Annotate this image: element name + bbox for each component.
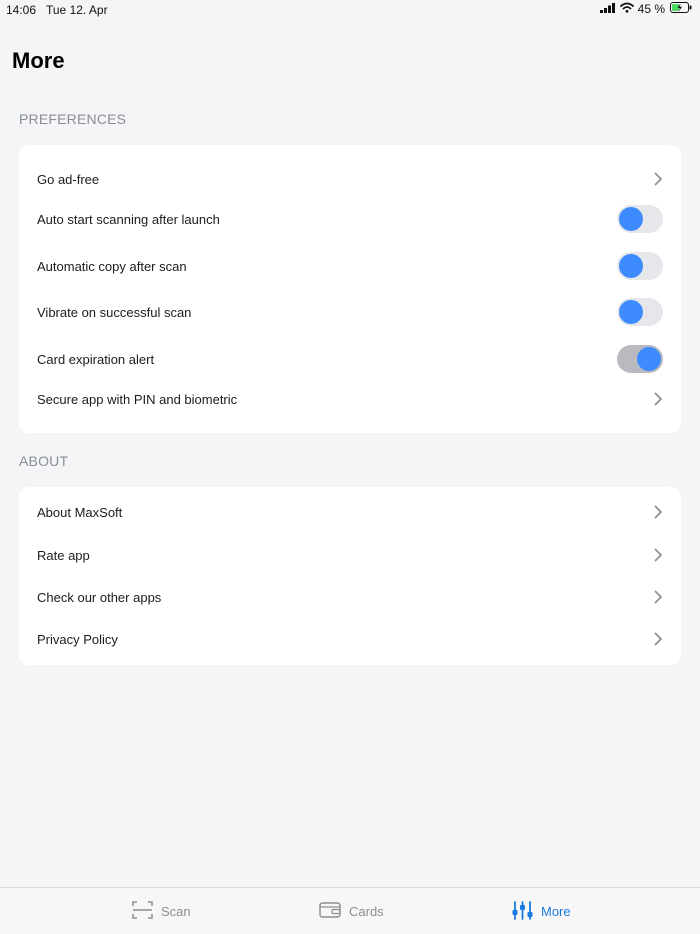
row-label: Check our other apps	[37, 589, 162, 605]
sliders-icon	[512, 900, 533, 923]
row-label: Card expiration alert	[37, 351, 155, 367]
battery-charging-icon	[670, 2, 692, 16]
chevron-right-icon	[653, 547, 663, 563]
privacy-policy-row[interactable]: Privacy Policy	[19, 619, 681, 659]
tab-label: Cards	[349, 904, 384, 919]
row-label: Automatic copy after scan	[37, 258, 187, 274]
toggle-knob	[619, 254, 643, 278]
tab-scan[interactable]: Scan	[132, 888, 191, 934]
preferences-section-header: PREFERENCES	[19, 111, 127, 127]
status-bar: 14:06 Tue 12. Apr 45 %	[0, 0, 700, 20]
auto-start-scanning-row: Auto start scanning after launch	[19, 199, 681, 239]
chevron-right-icon	[653, 171, 663, 187]
rate-app-row[interactable]: Rate app	[19, 535, 681, 575]
about-section-header: ABOUT	[19, 453, 69, 469]
automatic-copy-toggle[interactable]	[617, 252, 663, 280]
tab-label: Scan	[161, 904, 191, 919]
page-title: More	[12, 48, 65, 73]
row-label: Rate app	[37, 547, 90, 563]
row-label: Auto start scanning after launch	[37, 211, 220, 227]
tab-label: More	[541, 904, 571, 919]
toggle-knob	[637, 347, 661, 371]
toggle-knob	[619, 207, 643, 231]
vibrate-on-scan-row: Vibrate on successful scan	[19, 291, 681, 333]
check-other-apps-row[interactable]: Check our other apps	[19, 577, 681, 617]
about-maxsoft-row[interactable]: About MaxSoft	[19, 492, 681, 532]
chevron-right-icon	[653, 631, 663, 647]
card-expiration-alert-row: Card expiration alert	[19, 338, 681, 380]
tab-cards[interactable]: Cards	[319, 888, 384, 934]
status-date: Tue 12. Apr	[46, 3, 108, 17]
signal-icon	[599, 2, 616, 16]
chevron-right-icon	[653, 504, 663, 520]
status-time: 14:06	[6, 3, 37, 17]
chevron-right-icon	[653, 589, 663, 605]
toggle-knob	[619, 300, 643, 324]
wifi-icon	[619, 2, 634, 16]
row-label: Go ad-free	[37, 171, 100, 187]
row-label: Privacy Policy	[37, 631, 118, 647]
row-label: Vibrate on successful scan	[37, 304, 192, 320]
secure-app-row[interactable]: Secure app with PIN and biometric	[19, 379, 681, 419]
wallet-icon	[319, 902, 341, 921]
row-label: Secure app with PIN and biometric	[37, 391, 238, 407]
card-expiration-alert-toggle[interactable]	[617, 345, 663, 373]
scan-icon	[132, 901, 153, 922]
auto-start-scanning-toggle[interactable]	[617, 205, 663, 233]
automatic-copy-row: Automatic copy after scan	[19, 245, 681, 287]
go-ad-free-row[interactable]: Go ad-free	[19, 159, 681, 199]
tab-bar: Scan Cards More	[0, 887, 700, 934]
about-card: About MaxSoft Rate app Check our other a…	[19, 487, 681, 665]
tab-more[interactable]: More	[512, 888, 571, 934]
preferences-card: Go ad-free Auto start scanning after lau…	[19, 145, 681, 433]
chevron-right-icon	[653, 391, 663, 407]
vibrate-on-scan-toggle[interactable]	[617, 298, 663, 326]
row-label: About MaxSoft	[37, 504, 123, 520]
battery-percent: 45 %	[637, 2, 665, 16]
